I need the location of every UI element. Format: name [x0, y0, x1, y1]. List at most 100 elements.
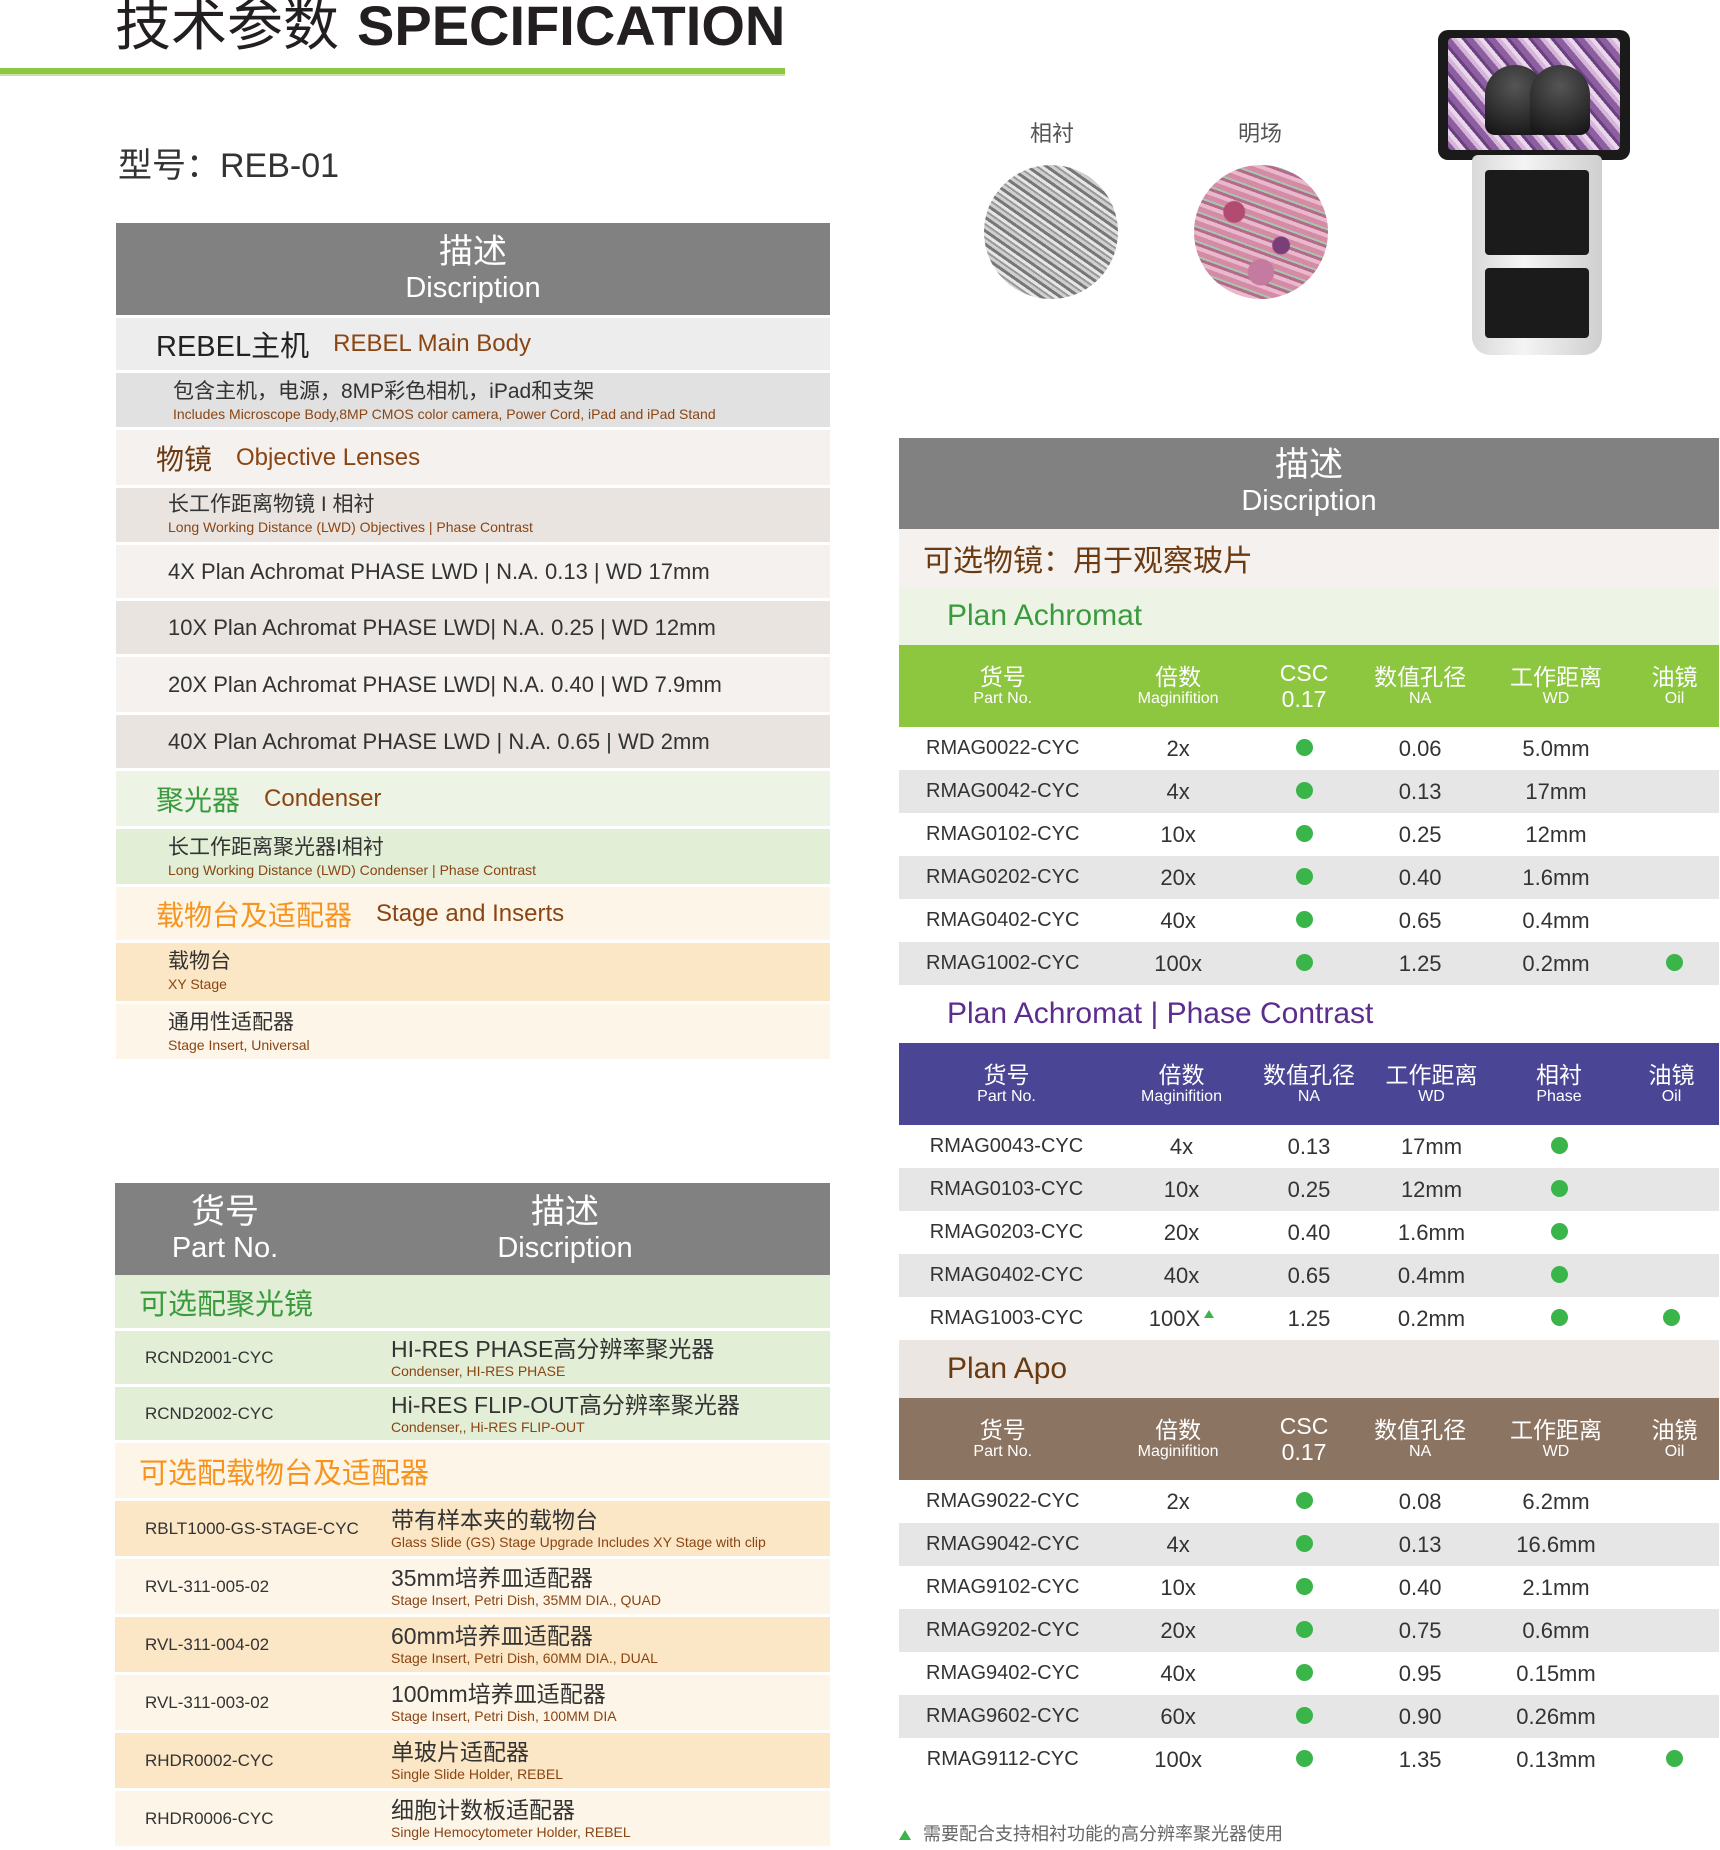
- check-dot-icon: [1295, 738, 1313, 756]
- column-header: CSC 0.17: [1250, 1413, 1359, 1465]
- wd-value: 17mm: [1400, 1133, 1463, 1159]
- section-title-en: Condenser: [264, 784, 382, 812]
- check-dot-icon: [1666, 1749, 1684, 1767]
- description-zh: 100mm培养皿适配器: [391, 1680, 606, 1707]
- na-value: 0.65: [1398, 907, 1442, 933]
- description-zh: 带有样本夹的载物台: [391, 1506, 598, 1533]
- magnification-value: 20x: [1160, 864, 1196, 890]
- phase-indicator: [1494, 1263, 1624, 1289]
- table-row: RMAG9112-CYC 100x 1.35 0.13mm: [899, 1738, 1719, 1781]
- column-header: 油镜 Oil: [1630, 664, 1719, 708]
- description-header: 描述 Discription: [116, 223, 830, 315]
- column-header-zh: 倍数: [1155, 664, 1202, 690]
- part-number: RMAG0022-CYC: [926, 737, 1080, 759]
- magnification: 2x: [1106, 736, 1249, 762]
- column-header-zh: 油镜: [1651, 1417, 1698, 1443]
- wd-value: 1.6mm: [1397, 1219, 1466, 1245]
- part-description: 60mm培养皿适配器 Stage Insert, Petri Dish, 60MM…: [391, 1623, 658, 1667]
- check-dot-icon: [1295, 953, 1313, 971]
- part-number: RMAG0203-CYC: [929, 1221, 1084, 1243]
- part-number: RMAG0402-CYC: [929, 1264, 1084, 1286]
- description-zh: 细胞计数板适配器: [391, 1796, 575, 1823]
- check-dot-icon: [1295, 1491, 1313, 1509]
- magnification: 40x: [1106, 908, 1249, 934]
- phase-indicator: [1494, 1220, 1624, 1246]
- footnote: 需要配合支持相衬功能的高分辨率聚光器使用: [899, 1820, 1283, 1846]
- item-zh: 长工作距离物镜 I 相衬: [168, 493, 375, 516]
- col-description: 描述 Discription: [465, 1193, 665, 1265]
- part-number: RMAG0402-CYC: [926, 909, 1080, 931]
- na-value: 0.40: [1398, 864, 1442, 890]
- part-number: RMAG0103-CYC: [929, 1178, 1084, 1200]
- na-value: 0.25: [1287, 1176, 1331, 1202]
- section-title-zh: 载物台及适配器: [156, 899, 353, 931]
- header-en: Discription: [405, 272, 541, 304]
- na-value: 0.13: [1287, 1133, 1331, 1159]
- column-header-en: WD: [1418, 1088, 1445, 1105]
- magnification: 4x: [1106, 779, 1249, 805]
- table-row: RMAG9202-CYC 20x 0.75 0.6mm: [899, 1609, 1719, 1652]
- na-value: 1.35: [1398, 1746, 1442, 1772]
- csc-indicator: [1250, 822, 1359, 848]
- phase-indicator: [1494, 1177, 1624, 1203]
- part-number: RMAG9102-CYC: [926, 1576, 1080, 1598]
- column-header: 倍数 Maginifition: [1106, 664, 1249, 708]
- part-description: 带有样本夹的载物台 Glass Slide (GS) Stage Upgrade …: [391, 1507, 766, 1551]
- column-header-en: WD: [1542, 690, 1570, 707]
- wd-value: 0.26mm: [1516, 1703, 1596, 1729]
- column-header-en: 0.17: [1281, 1439, 1327, 1465]
- wd-value: 6.2mm: [1522, 1488, 1590, 1514]
- header-en: Discription: [1241, 485, 1377, 517]
- magnification-value: 100X: [1148, 1305, 1201, 1331]
- magnification-value: 40x: [1160, 907, 1196, 933]
- part-number: RMAG9202-CYC: [926, 1619, 1080, 1641]
- column-header-zh: 货号: [979, 1417, 1026, 1443]
- section-condenser: 聚光器 Condenser: [116, 771, 830, 829]
- section-main-body: REBEL主机 REBEL Main Body: [116, 318, 830, 373]
- brightfield-label: 明场: [1238, 121, 1283, 146]
- column-header: 数值孔径 NA: [1358, 1417, 1482, 1461]
- column-header-en: NA: [1409, 690, 1432, 707]
- description-en: Single Hemocytometer Holder, REBEL: [391, 1823, 631, 1840]
- title-zh: 技术参数: [115, 0, 339, 57]
- description-zh: 60mm培养皿适配器: [391, 1622, 593, 1649]
- wd-value: 1.6mm: [1522, 864, 1590, 890]
- eyepiece-right: [1530, 65, 1590, 135]
- na-value: 0.75: [1398, 1617, 1442, 1643]
- magnification-value: 10x: [1163, 1176, 1200, 1202]
- page-title: 技术参数 SPECIFICATION: [115, 0, 785, 60]
- column-header: 油镜 Oil: [1630, 1417, 1719, 1461]
- section-title-en: REBEL Main Body: [333, 330, 531, 357]
- description-en: Stage Insert, Petri Dish, 100MM DIA: [391, 1707, 617, 1724]
- column-header: 倍数 Maginifition: [1106, 1417, 1249, 1461]
- check-dot-icon: [1295, 1534, 1313, 1552]
- magnification: 4x: [1106, 1532, 1249, 1558]
- description-en: Stage Insert, Petri Dish, 60MM DIA., DUA…: [391, 1649, 658, 1666]
- objective-group-title: Plan Apo: [899, 1340, 1719, 1398]
- column-header-en: Phase: [1536, 1088, 1582, 1105]
- column-header-en: Oil: [1664, 1443, 1685, 1460]
- item-en: Long Working Distance (LWD) Objectives |…: [168, 519, 533, 535]
- wd-value: 0.2mm: [1522, 950, 1590, 976]
- table-row: RHDR0006-CYC 细胞计数板适配器 Single Hemocytometer…: [115, 1791, 830, 1849]
- column-header-zh: 油镜: [1648, 1062, 1695, 1088]
- part-number: RMAG9402-CYC: [926, 1662, 1080, 1684]
- magnification-value: 20x: [1160, 1617, 1196, 1643]
- table-row: RMAG0402-CYC 40x 0.65 0.4mm: [899, 1254, 1719, 1297]
- objective-spec-row: 4X Plan Achromat PHASE LWD | N.A. 0.13 |…: [116, 545, 830, 601]
- check-dot-icon: [1550, 1308, 1568, 1326]
- section-title-zh: 物镜: [156, 443, 213, 475]
- description-en: Condenser, HI-RES PHASE: [391, 1362, 566, 1379]
- table-row: RMAG9102-CYC 10x 0.40 2.1mm: [899, 1566, 1719, 1609]
- column-header-zh: 数值孔径: [1374, 1417, 1467, 1443]
- description-zh: 35mm培养皿适配器: [391, 1564, 593, 1591]
- na-value: 0.13: [1398, 778, 1442, 804]
- column-header: 油镜 Oil: [1624, 1062, 1719, 1106]
- item-en: XY Stage: [168, 976, 227, 992]
- magnification: 2x: [1106, 1489, 1249, 1515]
- magnification: 40x: [1114, 1263, 1249, 1289]
- phase-indicator: [1494, 1306, 1624, 1332]
- column-header-en: Maginifition: [1141, 1088, 1222, 1105]
- check-dot-icon: [1295, 910, 1313, 928]
- objectives-title: 可选物镜：用于观察玻片: [899, 529, 1719, 587]
